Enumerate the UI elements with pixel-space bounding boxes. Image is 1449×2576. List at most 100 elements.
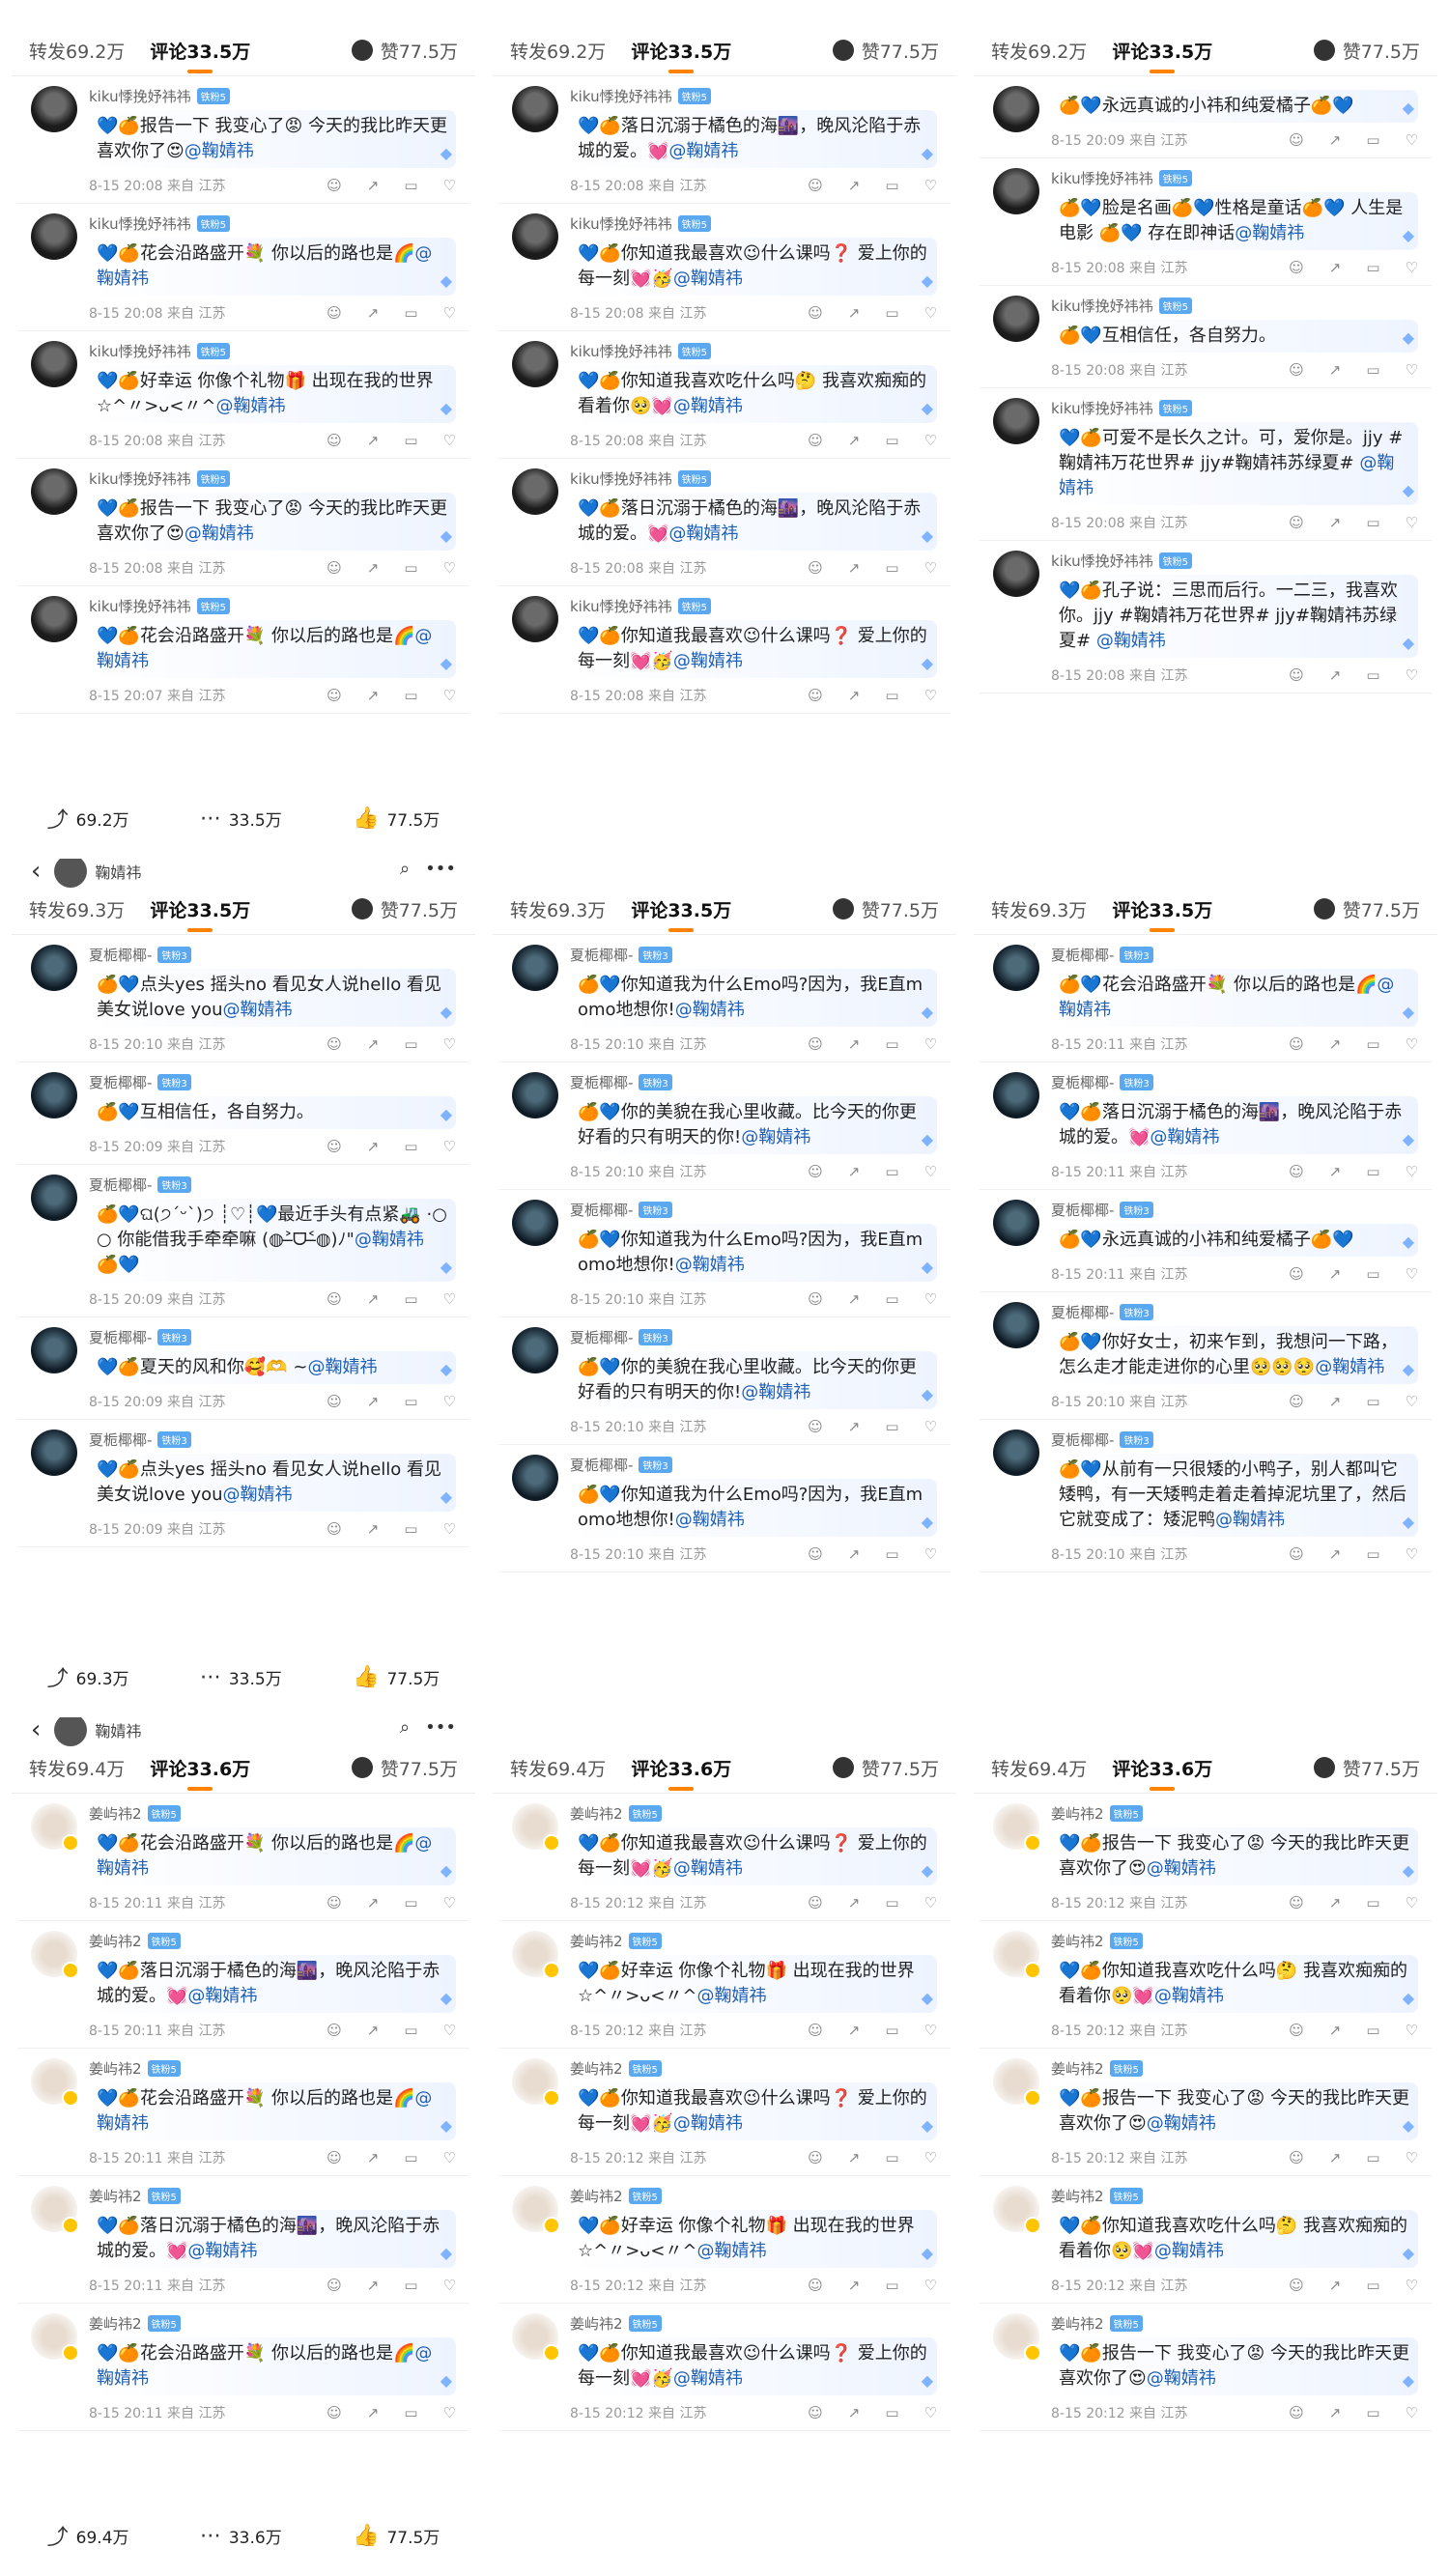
- search-icon[interactable]: ⌕: [400, 859, 410, 879]
- username[interactable]: 姜屿祎2: [570, 1931, 623, 1951]
- mention-link[interactable]: @鞠婧祎: [1147, 1858, 1216, 1879]
- like-icon[interactable]: ♡: [443, 1520, 456, 1538]
- username[interactable]: 姜屿祎2: [89, 2186, 142, 2206]
- avatar[interactable]: [512, 596, 558, 642]
- like-icon[interactable]: ♡: [924, 304, 937, 322]
- like-icon[interactable]: ♡: [443, 2149, 456, 2166]
- avatar[interactable]: [512, 86, 558, 132]
- emoji-react-icon[interactable]: ☺: [1289, 1393, 1304, 1410]
- tab-likes[interactable]: 赞77.5万: [1313, 1755, 1420, 1781]
- emoji-react-icon[interactable]: ☺: [808, 432, 823, 449]
- like-icon[interactable]: ♡: [924, 1418, 937, 1435]
- like-icon[interactable]: ♡: [1406, 361, 1418, 379]
- reply-icon[interactable]: ▭: [1366, 1894, 1379, 1911]
- like-icon[interactable]: ♡: [1406, 1163, 1418, 1180]
- username[interactable]: 夏栀椰椰-: [1051, 1430, 1114, 1450]
- username[interactable]: 夏栀椰椰-: [89, 1430, 152, 1450]
- emoji-react-icon[interactable]: ☺: [327, 1894, 342, 1911]
- reply-icon[interactable]: ▭: [885, 1418, 898, 1435]
- like-icon[interactable]: ♡: [1406, 2022, 1418, 2039]
- share-icon[interactable]: ↗: [367, 432, 380, 449]
- emoji-react-icon[interactable]: ☺: [808, 304, 823, 322]
- emoji-react-icon[interactable]: ☺: [327, 559, 342, 577]
- share-icon[interactable]: ↗: [1329, 1393, 1342, 1410]
- like-button[interactable]: 👍 77.5万: [353, 2524, 440, 2548]
- username[interactable]: 夏栀椰椰-: [570, 1327, 633, 1347]
- tab-likes[interactable]: 赞77.5万: [1313, 896, 1420, 922]
- tab-reposts[interactable]: 转发69.2万: [29, 38, 125, 64]
- mention-link[interactable]: @鞠婧祎: [1147, 2113, 1216, 2134]
- reply-icon[interactable]: ▭: [404, 1035, 417, 1053]
- mention-link[interactable]: @鞠婧祎: [1215, 1510, 1285, 1530]
- username[interactable]: kiku悸挽妤祎祎: [89, 341, 191, 361]
- emoji-react-icon[interactable]: ☺: [327, 1520, 342, 1538]
- avatar[interactable]: [993, 1931, 1041, 1979]
- mention-link[interactable]: @鞠婧祎: [185, 524, 254, 544]
- avatar[interactable]: [993, 168, 1039, 214]
- mention-link[interactable]: @鞠婧祎: [673, 1858, 743, 1879]
- share-icon[interactable]: ↗: [1329, 1035, 1342, 1053]
- username[interactable]: 姜屿祎2: [1051, 2186, 1104, 2206]
- tab-comments[interactable]: 评论33.5万: [150, 896, 250, 932]
- avatar[interactable]: [993, 1302, 1039, 1348]
- share-icon[interactable]: ↗: [1329, 1163, 1342, 1180]
- emoji-react-icon[interactable]: ☺: [327, 2404, 342, 2421]
- username[interactable]: 姜屿祎2: [1051, 2058, 1104, 2079]
- back-arrow-icon[interactable]: ‹: [31, 859, 41, 884]
- username[interactable]: 姜屿祎2: [1051, 2313, 1104, 2334]
- share-icon[interactable]: ↗: [367, 1520, 380, 1538]
- avatar[interactable]: [512, 1327, 558, 1373]
- tab-likes[interactable]: 赞77.5万: [351, 38, 458, 64]
- reply-icon[interactable]: ▭: [885, 432, 898, 449]
- username[interactable]: 夏栀椰椰-: [570, 945, 633, 965]
- tab-reposts[interactable]: 转发69.3万: [29, 896, 125, 922]
- emoji-react-icon[interactable]: ☺: [1289, 666, 1304, 684]
- like-icon[interactable]: ♡: [924, 1163, 937, 1180]
- like-icon[interactable]: ♡: [1406, 1545, 1418, 1563]
- emoji-react-icon[interactable]: ☺: [808, 2404, 823, 2421]
- share-icon[interactable]: ↗: [848, 1545, 861, 1563]
- like-icon[interactable]: ♡: [443, 1894, 456, 1911]
- mention-link[interactable]: @鞠婧祎: [1096, 631, 1166, 651]
- share-icon[interactable]: ↗: [848, 559, 861, 577]
- share-icon[interactable]: ↗: [367, 2404, 380, 2421]
- mention-link[interactable]: @鞠婧祎: [741, 1382, 810, 1402]
- username[interactable]: 夏栀椰椰-: [1051, 1072, 1114, 1092]
- reply-icon[interactable]: ▭: [1366, 2277, 1379, 2294]
- avatar[interactable]: [993, 398, 1039, 444]
- emoji-react-icon[interactable]: ☺: [327, 1393, 342, 1410]
- emoji-react-icon[interactable]: ☺: [808, 559, 823, 577]
- mention-link[interactable]: @鞠婧祎: [696, 2241, 766, 2261]
- tab-reposts[interactable]: 转发69.4万: [991, 1755, 1087, 1781]
- avatar[interactable]: [31, 1072, 77, 1118]
- share-icon[interactable]: ↗: [367, 2149, 380, 2166]
- mention-link[interactable]: @鞠婧祎: [187, 1986, 257, 2006]
- like-icon[interactable]: ♡: [924, 2022, 937, 2039]
- share-icon[interactable]: ↗: [848, 2022, 861, 2039]
- share-icon[interactable]: ↗: [367, 1393, 380, 1410]
- share-icon[interactable]: ↗: [848, 2277, 861, 2294]
- reply-icon[interactable]: ▭: [404, 1290, 417, 1308]
- avatar[interactable]: [31, 596, 77, 642]
- mention-link[interactable]: @鞠婧祎: [673, 2368, 743, 2389]
- avatar[interactable]: [993, 2313, 1041, 2362]
- username[interactable]: 姜屿祎2: [89, 1931, 142, 1951]
- reply-icon[interactable]: ▭: [885, 687, 898, 704]
- reply-icon[interactable]: ▭: [404, 2022, 417, 2039]
- tab-likes[interactable]: 赞77.5万: [351, 896, 458, 922]
- reply-icon[interactable]: ▭: [1366, 1393, 1379, 1410]
- emoji-react-icon[interactable]: ☺: [327, 1035, 342, 1053]
- like-icon[interactable]: ♡: [1406, 2404, 1418, 2421]
- username[interactable]: kiku悸挽妤祎祎: [570, 213, 672, 234]
- share-icon[interactable]: ↗: [848, 1290, 861, 1308]
- like-button[interactable]: 👍 77.5万: [353, 1665, 440, 1689]
- share-icon[interactable]: ↗: [367, 687, 380, 704]
- share-icon[interactable]: ↗: [1329, 131, 1342, 149]
- share-icon[interactable]: ↗: [367, 304, 380, 322]
- avatar[interactable]: [31, 341, 77, 387]
- username[interactable]: 姜屿祎2: [570, 2313, 623, 2334]
- tab-likes[interactable]: 赞77.5万: [351, 1755, 458, 1781]
- avatar[interactable]: [31, 1175, 77, 1221]
- username[interactable]: 姜屿祎2: [1051, 1803, 1104, 1824]
- share-icon[interactable]: ↗: [367, 1138, 380, 1155]
